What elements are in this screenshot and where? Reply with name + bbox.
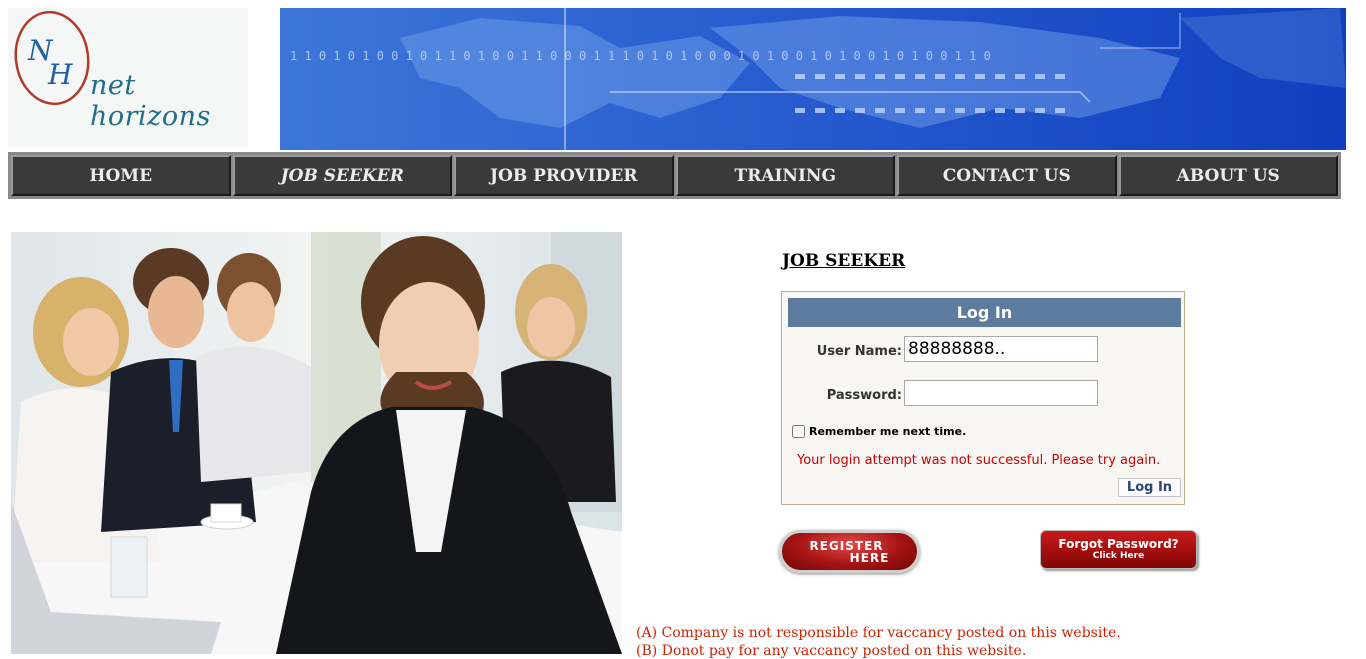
forgot-password-line1: Forgot Password? bbox=[1058, 537, 1179, 551]
notice-b: (B) Donot pay for any vaccancy posted on… bbox=[636, 643, 1027, 659]
password-label: Password: bbox=[826, 388, 902, 403]
remember-me-checkbox[interactable] bbox=[792, 425, 805, 438]
login-panel: Log In User Name: Password: Remember me … bbox=[781, 291, 1185, 505]
header-banner: 1 1 0 1 0 1 0 0 1 0 1 1 0 1 0 0 1 1 0 0 … bbox=[280, 8, 1346, 150]
login-button[interactable]: Log In bbox=[1118, 478, 1181, 497]
register-button-line2: HERE bbox=[849, 550, 890, 565]
register-button-line1: REGISTER bbox=[809, 538, 884, 553]
login-error-message: Your login attempt was not successful. P… bbox=[797, 453, 1161, 468]
forgot-password-button[interactable]: Forgot Password? Click Here bbox=[1040, 530, 1197, 569]
notice-a: (A) Company is not responsible for vacca… bbox=[636, 625, 1121, 641]
nav-item-job-seeker[interactable]: JOB SEEKER bbox=[232, 155, 452, 196]
nav-item-contact-us[interactable]: CONTACT US bbox=[897, 155, 1117, 196]
login-header: Log In bbox=[788, 298, 1181, 327]
page-title: JOB SEEKER bbox=[782, 251, 906, 271]
register-button[interactable]: REGISTER HERE bbox=[779, 530, 920, 573]
username-input[interactable] bbox=[904, 336, 1098, 362]
nav-item-job-provider[interactable]: JOB PROVIDER bbox=[454, 155, 674, 196]
svg-text:H: H bbox=[47, 58, 73, 91]
nav-item-home[interactable]: HOME bbox=[11, 155, 231, 196]
logo-text: net horizons bbox=[90, 70, 211, 132]
remember-me-label: Remember me next time. bbox=[809, 425, 967, 438]
nav-item-about-us[interactable]: ABOUT US bbox=[1118, 155, 1338, 196]
office-team-photo bbox=[11, 232, 622, 654]
nav-item-training[interactable]: TRAINING bbox=[675, 155, 895, 196]
username-label: User Name: bbox=[816, 344, 902, 359]
main-nav: HOME JOB SEEKER JOB PROVIDER TRAINING CO… bbox=[8, 152, 1341, 199]
remember-me[interactable]: Remember me next time. bbox=[792, 425, 966, 438]
site-logo[interactable]: N H net horizons bbox=[8, 8, 248, 148]
password-input[interactable] bbox=[904, 380, 1098, 406]
forgot-password-line2: Click Here bbox=[1092, 551, 1145, 561]
svg-text:1 1 0 1 0 1 0 0 1 0 1 1 0 1 0: 1 1 0 1 0 1 0 0 1 0 1 1 0 1 0 0 1 1 0 0 … bbox=[290, 49, 991, 63]
